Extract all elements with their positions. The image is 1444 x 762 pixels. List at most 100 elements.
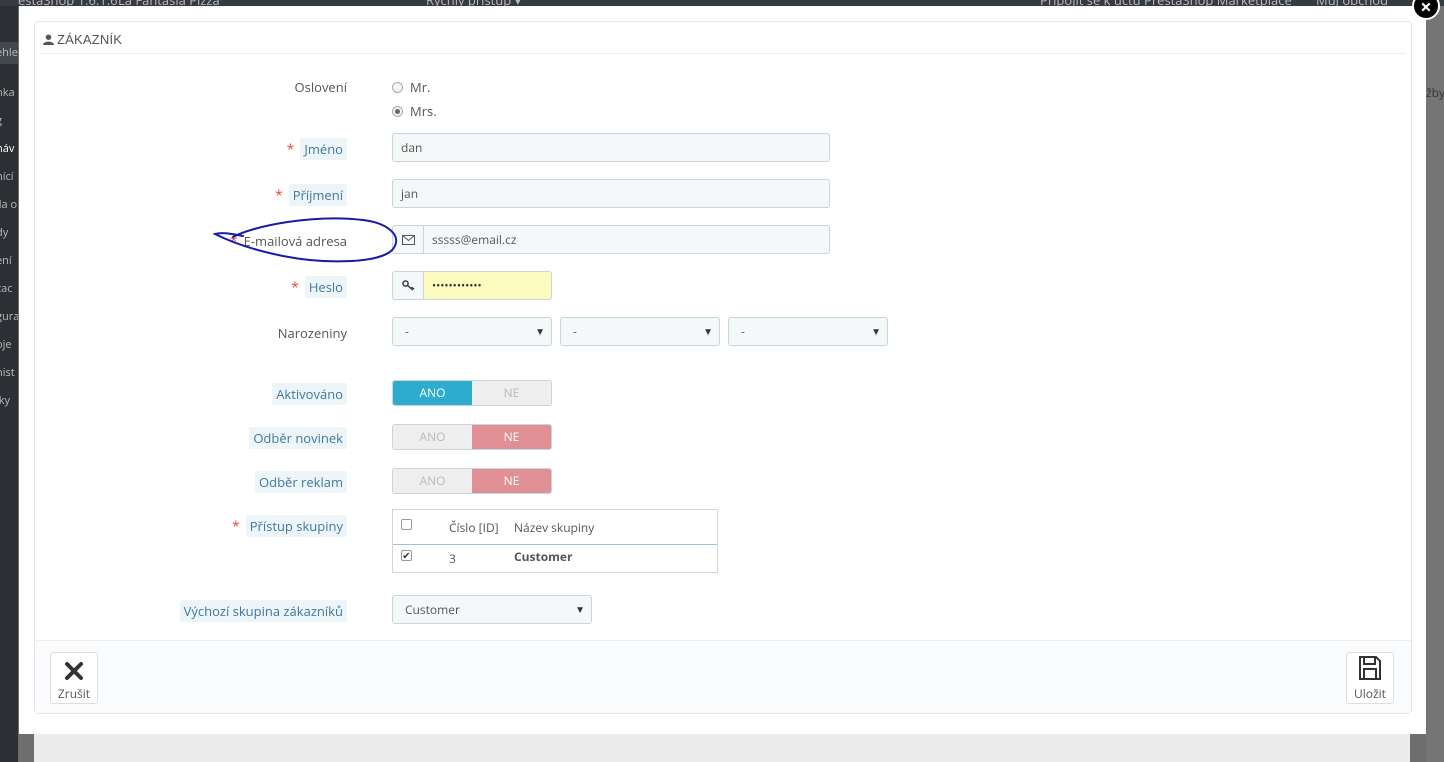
key-icon [401, 280, 414, 291]
group-access-label: * Přístup skupiny [232, 515, 347, 537]
bg-sidebar-item: iky [0, 393, 11, 408]
chevron-down-icon: ▼ [535, 324, 545, 338]
radio-label: Mr. [410, 78, 431, 96]
close-icon: × [1420, 0, 1432, 20]
default-group-label-text: Výchozí skupina zákazníků [179, 600, 347, 622]
last-name-label-text: Příjmení [288, 184, 347, 206]
default-group-select[interactable]: Customer ▼ [392, 595, 592, 624]
last-name-input[interactable]: jan [392, 179, 830, 208]
cancel-icon-wrap [51, 653, 97, 681]
group-access-table: Číslo [ID] Název skupiny ✔ 3 Customer [392, 509, 718, 573]
last-name-label: * Příjmení [275, 184, 347, 206]
select-value: Customer [405, 601, 460, 618]
row-name: Customer [514, 548, 573, 565]
bg-sidebar-item: nící [0, 169, 14, 184]
email-label-text: E-mailová adresa [243, 232, 347, 250]
salutation-mrs-radio[interactable]: Mrs. [392, 102, 437, 120]
background-bottom [34, 734, 1410, 762]
salutation-label: Oslovení [295, 78, 347, 96]
bg-sidebar-item: oje [0, 337, 12, 352]
birthday-label-text: Narozeniny [277, 324, 347, 342]
birthday-month-select[interactable]: - ▼ [560, 317, 720, 346]
required-asterisk: * [291, 278, 299, 297]
switch-yes[interactable]: ANO [393, 381, 472, 405]
select-value: - [573, 323, 577, 340]
first-name-label: * Jméno [286, 138, 347, 160]
column-header-id: Číslo [ID] [449, 519, 499, 536]
bg-sidebar-item: náv [0, 141, 15, 156]
bg-right-text: žby [1426, 84, 1444, 101]
table-header: Číslo [ID] Název skupiny [393, 510, 717, 545]
radio-label: Mrs. [410, 102, 437, 120]
optin-switch[interactable]: ANO NE [392, 468, 552, 494]
close-icon [65, 662, 83, 680]
bg-sidebar-item: ení [0, 253, 12, 268]
bg-sidebar-item: nist [0, 365, 15, 380]
save-icon-wrap [1347, 653, 1393, 681]
newsletter-switch[interactable]: ANO NE [392, 424, 552, 450]
envelope-icon [401, 234, 415, 245]
select-value: - [741, 323, 745, 340]
row-checkbox-checked[interactable]: ✔ [401, 550, 412, 561]
required-asterisk: * [229, 232, 238, 251]
switch-yes[interactable]: ANO [393, 425, 472, 449]
column-header-name: Název skupiny [514, 519, 595, 536]
required-asterisk: * [286, 140, 295, 159]
cancel-button[interactable]: Zrušit [50, 652, 98, 704]
birthday-label: Narozeniny [278, 324, 347, 342]
background-right-edge: žby [1426, 6, 1444, 762]
customer-modal: Zákazník Oslovení Mr. Mrs. * Jméno dan * P… [19, 6, 1426, 734]
salutation-mr-radio[interactable]: Mr. [392, 78, 430, 96]
optin-label: Odběr reklam [255, 471, 347, 493]
newsletter-label-text: Odběr novinek [249, 427, 347, 449]
password-label: * Heslo [291, 276, 347, 298]
first-name-label-text: Jméno [300, 138, 347, 160]
password-input[interactable]: •••••••••••• [423, 271, 552, 300]
bg-sidebar-item: lla o [0, 197, 18, 212]
background-sidebar: ehled nka g náv nící lla o dy ení zac gu… [0, 6, 18, 762]
bg-sidebar-item: gura [0, 309, 18, 324]
chevron-down-icon: ▼ [703, 324, 713, 338]
bg-sidebar-item: dy [0, 225, 9, 240]
chevron-down-icon: ▼ [871, 324, 881, 338]
optin-label-text: Odběr reklam [255, 471, 347, 493]
active-switch[interactable]: ANO NE [392, 380, 552, 406]
switch-yes[interactable]: ANO [393, 469, 472, 493]
birthday-year-select[interactable]: - ▼ [728, 317, 888, 346]
cancel-label: Zrušit [57, 685, 91, 702]
bg-sidebar-item: ehled [0, 42, 18, 64]
email-label: * E-mailová adresa [230, 232, 347, 251]
password-label-text: Heslo [304, 276, 347, 298]
panel-heading: Zákazník [43, 29, 122, 49]
email-input[interactable]: sssss@email.cz [423, 225, 830, 254]
panel-footer: Zrušit Uložit [35, 640, 1411, 713]
chevron-down-icon: ▼ [575, 602, 585, 616]
default-group-label: Výchozí skupina zákazníků [179, 600, 347, 622]
save-label: Uložit [1354, 685, 1386, 702]
bg-sidebar-item: nka [0, 85, 15, 100]
active-label: Aktivováno [272, 383, 347, 405]
select-all-checkbox[interactable] [401, 519, 412, 530]
required-asterisk: * [232, 517, 240, 536]
panel-heading-divider [40, 53, 1406, 54]
email-addon [392, 225, 424, 254]
switch-no[interactable]: NE [472, 381, 551, 405]
active-label-text: Aktivováno [272, 383, 347, 405]
group-access-label-text: Přístup skupiny [245, 515, 347, 537]
radio-circle-checked[interactable] [392, 105, 403, 117]
save-button[interactable]: Uložit [1346, 652, 1394, 704]
switch-no[interactable]: NE [472, 469, 551, 493]
save-icon [1359, 656, 1381, 680]
customer-panel: Zákazník Oslovení Mr. Mrs. * Jméno dan * P… [34, 21, 1412, 714]
first-name-input[interactable]: dan [392, 133, 830, 162]
switch-no[interactable]: NE [472, 425, 551, 449]
select-value: - [405, 323, 409, 340]
bg-sidebar-item: g [0, 113, 18, 128]
row-id: 3 [449, 550, 456, 567]
salutation-label-text: Oslovení [294, 78, 347, 96]
bg-sidebar-item: zac [0, 281, 13, 296]
birthday-day-select[interactable]: - ▼ [392, 317, 552, 346]
panel-title: Zákazník [57, 31, 123, 47]
password-addon [392, 271, 424, 300]
radio-circle[interactable] [392, 81, 403, 93]
